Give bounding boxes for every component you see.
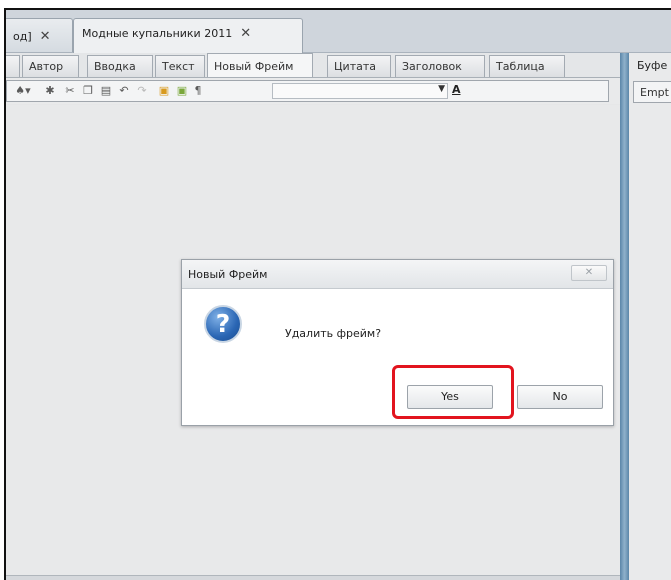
edit-frame-icon[interactable]: ▣ (175, 84, 189, 98)
document-tab-label: Модные купальники 2011 (82, 27, 233, 40)
no-button[interactable]: No (517, 385, 603, 409)
clipboard-field[interactable]: Empt (633, 81, 671, 103)
document-tab-previous[interactable]: од] ✕ (6, 18, 73, 52)
clipboard-panel: Буфе Empt (629, 53, 671, 580)
new-frame-icon[interactable]: ▣ (157, 84, 171, 98)
format-tab-strip: Автор Вводка Текст Новый Фрейм Цитата За… (6, 53, 621, 78)
toolbar-panel: ♠▾ ✱ ✂ ❐ ▤ ↶ ↷ ▣ ▣ ¶ ▼ A (6, 80, 609, 102)
tab-partial[interactable] (6, 55, 20, 77)
dialog-message: Удалить фрейм? (285, 327, 382, 340)
tab-author[interactable]: Автор (22, 55, 79, 77)
paragraph-icon[interactable]: ¶ (191, 84, 205, 98)
cut-icon[interactable]: ✂ (63, 84, 77, 98)
tab-heading[interactable]: Заголовок (395, 55, 485, 77)
tab-quote[interactable]: Цитата (327, 55, 391, 77)
paste-icon[interactable]: ▤ (99, 84, 113, 98)
dialog-title-bar: Новый Фрейм ✕ (182, 260, 613, 289)
undo-icon[interactable]: ↶ (117, 84, 131, 98)
document-tab-label: од] (13, 30, 32, 43)
tab-text[interactable]: Текст (155, 55, 205, 77)
redo-icon[interactable]: ↷ (135, 84, 149, 98)
tab-table[interactable]: Таблица (489, 55, 565, 77)
spellcheck-icon[interactable]: ✱ (43, 84, 57, 98)
close-icon[interactable]: ✕ (40, 29, 51, 44)
clipboard-panel-title: Буфе (637, 59, 668, 72)
document-tab-active[interactable]: Модные купальники 2011 ✕ (73, 18, 303, 53)
panel-splitter[interactable] (620, 53, 629, 580)
chevron-down-icon: ▼ (438, 84, 445, 94)
text-color-button[interactable]: A (452, 83, 461, 96)
document-tab-strip: од] ✕ Модные купальники 2011 ✕ (6, 10, 671, 53)
copy-icon[interactable]: ❐ (81, 84, 95, 98)
highlight-annotation (392, 365, 514, 419)
tab-new-frame[interactable]: Новый Фрейм (207, 53, 313, 77)
bottom-bar (6, 575, 621, 580)
question-icon: ? (204, 305, 242, 343)
dialog-title: Новый Фрейм (188, 268, 268, 281)
toolbar: ♠▾ ✱ ✂ ❐ ▤ ↶ ↷ ▣ ▣ ¶ ▼ A (6, 78, 621, 104)
close-icon[interactable]: ✕ (240, 26, 251, 41)
close-icon[interactable]: ✕ (571, 265, 607, 281)
style-combobox[interactable]: ▼ (272, 83, 448, 99)
find-dropdown-icon[interactable]: ♠▾ (11, 84, 35, 98)
tab-lead[interactable]: Вводка (87, 55, 153, 77)
